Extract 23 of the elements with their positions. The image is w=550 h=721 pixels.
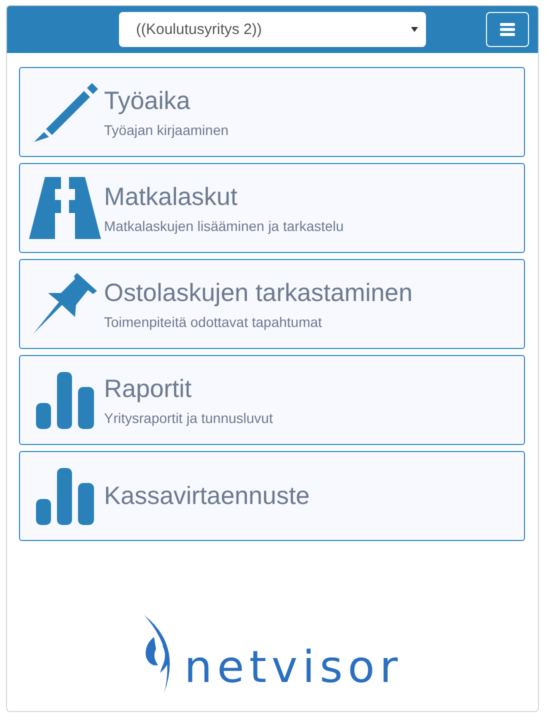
card-subtitle: Matkalaskujen lisääminen ja tarkastelu [104, 218, 344, 234]
menu-card[interactable]: Raportit Yritysraportit ja tunnusluvut [19, 355, 525, 445]
menu-icon [500, 23, 516, 36]
menu-card[interactable]: Työaika Työajan kirjaaminen [19, 67, 525, 157]
card-title: Ostolaskujen tarkastaminen [104, 278, 412, 308]
card-title: Matkalaskut [104, 182, 238, 212]
card-title: Kassavirtaennuste [104, 482, 310, 510]
pushpin-icon [33, 273, 97, 335]
company-select[interactable]: ((Koulutusyritys 2)) [119, 12, 426, 47]
card-title: Työaika [104, 86, 192, 116]
menu-button[interactable] [486, 12, 529, 47]
card-subtitle: Yritysraportit ja tunnusluvut [104, 410, 273, 426]
menu-card[interactable]: Kassavirtaennuste [19, 451, 525, 541]
bar-chart-icon [36, 468, 94, 524]
menu-card[interactable]: Matkalaskut Matkalaskujen lisääminen ja tarkastelu [19, 163, 525, 253]
card-title: Raportit [104, 374, 193, 404]
caret-icon [411, 27, 418, 32]
card-subtitle: Toimenpiteitä odottavat tapahtumat [104, 314, 323, 330]
logo-text: netvisor [184, 642, 403, 693]
road-icon [29, 177, 101, 239]
card-subtitle: Työajan kirjaaminen [104, 122, 229, 138]
menu-card[interactable]: Ostolaskujen tarkastaminen Toimenpiteitä odottavat tapahtumat [19, 259, 525, 349]
bar-chart-icon [36, 372, 94, 428]
